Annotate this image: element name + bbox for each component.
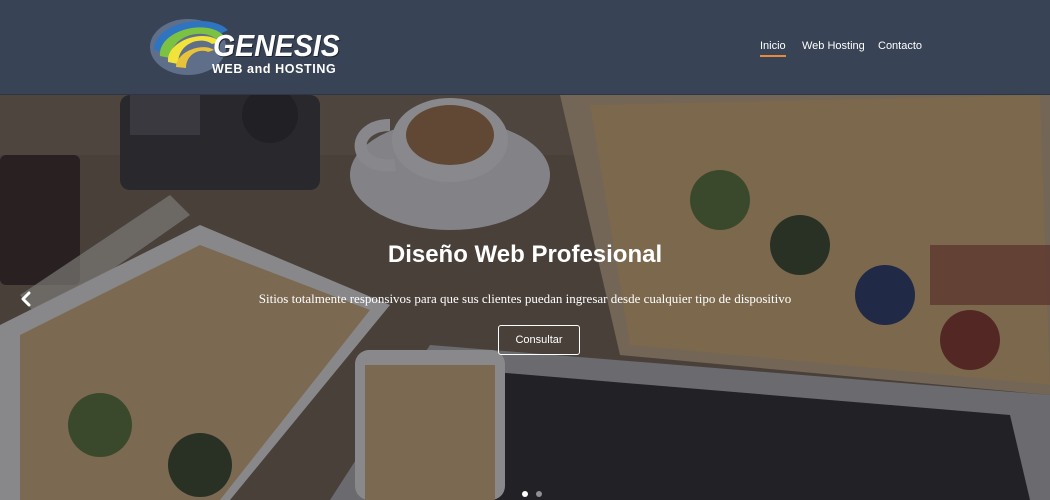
carousel-dot[interactable] bbox=[536, 491, 542, 497]
hero-subtitle: Sitios totalmente responsivos para que s… bbox=[258, 291, 792, 306]
nav-item-inicio[interactable]: Inicio bbox=[760, 40, 786, 57]
site-header: GENESIS WEB and HOSTING Inicio Web Hosti… bbox=[0, 0, 1050, 95]
nav-item-web-hosting[interactable]: Web Hosting bbox=[802, 40, 865, 52]
consultar-button[interactable]: Consultar bbox=[498, 325, 580, 355]
hero-title: Diseño Web Profesional bbox=[387, 241, 663, 268]
main-nav: Inicio Web Hosting Contacto bbox=[0, 36, 1050, 66]
carousel-prev-button[interactable] bbox=[14, 287, 38, 311]
chevron-left-icon bbox=[21, 291, 31, 307]
hero-carousel: Diseño Web Profesional Sitios totalmente… bbox=[0, 95, 1050, 500]
carousel-dot[interactable] bbox=[522, 491, 528, 497]
carousel-indicators bbox=[522, 491, 542, 497]
nav-item-contacto[interactable]: Contacto bbox=[878, 40, 922, 52]
